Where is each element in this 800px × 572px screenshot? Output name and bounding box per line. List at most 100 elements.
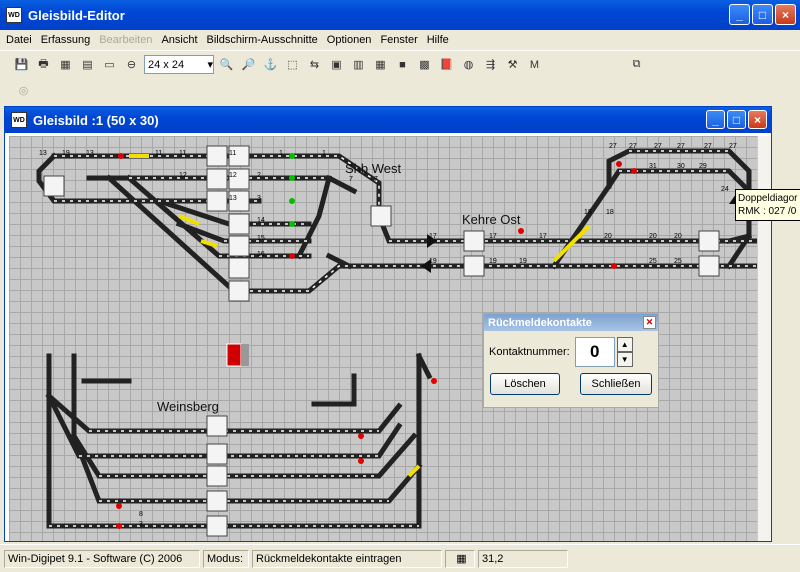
svg-text:24: 24 xyxy=(721,186,729,193)
window-tile-icon[interactable]: ⧉ xyxy=(627,55,646,74)
signal-green xyxy=(289,221,295,227)
loco-tile xyxy=(228,280,250,302)
loco-tile xyxy=(206,190,228,212)
maximize-button[interactable]: □ xyxy=(752,4,773,25)
svg-text:25: 25 xyxy=(649,258,657,265)
grey-marker xyxy=(241,344,249,366)
menu-datei[interactable]: Datei xyxy=(6,34,32,46)
dialog-titlebar: Rückmeldekontakte ✕ xyxy=(484,314,658,331)
track-upper-9 xyxy=(295,174,333,260)
menu-bildschirm-ausschnitte[interactable]: Bildschirm-Ausschnitte xyxy=(207,34,318,46)
arrows-icon[interactable]: ⇆ xyxy=(305,55,324,74)
book-icon[interactable]: 📕 xyxy=(437,55,456,74)
svg-text:27: 27 xyxy=(654,143,662,150)
tooltip-line-2: RMK : 027 /0 xyxy=(738,206,797,217)
svg-text:20: 20 xyxy=(674,233,682,240)
signal-red xyxy=(358,433,364,439)
zoom-out-icon[interactable]: 🔎 xyxy=(239,55,258,74)
svg-text:30: 30 xyxy=(677,163,685,170)
select-area-icon[interactable]: ⬚ xyxy=(283,55,302,74)
table-icon[interactable]: ▩ xyxy=(415,55,434,74)
track-lower-7 xyxy=(311,373,357,407)
svg-text:18: 18 xyxy=(584,209,592,216)
signal-red xyxy=(116,503,122,509)
menu-erfassung[interactable]: Erfassung xyxy=(41,34,91,46)
layout-window-title: Gleisbild :1 (50 x 30) xyxy=(33,112,159,128)
svg-text:19: 19 xyxy=(429,258,437,265)
menu-ansicht[interactable]: Ansicht xyxy=(161,34,197,46)
m-button[interactable]: M xyxy=(525,55,544,74)
loco-tool-icon[interactable]: ▦ xyxy=(56,55,75,74)
zoom-in-icon[interactable]: 🔍 xyxy=(217,55,236,74)
tools-icon[interactable]: ⚒ xyxy=(503,55,522,74)
status-mode-label: Modus: xyxy=(203,549,249,568)
tile-tool-icon[interactable]: ▤ xyxy=(78,55,97,74)
svg-text:31: 31 xyxy=(649,163,657,170)
menu-bearbeiten: Bearbeiten xyxy=(99,34,153,46)
app-titlebar: WD Gleisbild-Editor _ □ × xyxy=(0,0,800,30)
main-toolbar: 💾 🖶 ▦ ▤ ▭ ⊖ 24 x 24 ▾ 🔍 🔎 ⚓ ⬚ ⇆ ▣ ▥ ▦ ■ ▩… xyxy=(0,50,800,78)
app-title: Gleisbild-Editor xyxy=(28,7,125,23)
child-close-button[interactable]: × xyxy=(748,110,767,129)
contact-number-field[interactable]: 0 xyxy=(574,337,615,367)
loco-tile xyxy=(43,175,65,197)
zoom-value: 24 x 24 xyxy=(148,58,185,71)
layout-window-titlebar: WD Gleisbild :1 (50 x 30) _ □ × xyxy=(5,107,771,133)
svg-text:11: 11 xyxy=(179,150,186,157)
magnet-icon[interactable]: ⚓ xyxy=(261,55,280,74)
track-tool-icon[interactable]: ▭ xyxy=(100,55,119,74)
loco-tile xyxy=(206,443,228,465)
svg-text:19: 19 xyxy=(519,258,527,265)
menu-optionen[interactable]: Optionen xyxy=(327,34,372,46)
svg-text:27: 27 xyxy=(704,143,712,150)
save-icon[interactable]: 💾 xyxy=(12,55,31,74)
child-maximize-button[interactable]: □ xyxy=(727,110,746,129)
svg-text:13: 13 xyxy=(39,150,47,157)
grid-icon[interactable]: ▦ xyxy=(371,55,390,74)
monitor-icon[interactable]: ▣ xyxy=(327,55,346,74)
close-dialog-button[interactable]: Schließen xyxy=(580,373,652,395)
status-product: Win-Digipet 9.1 - Software (C) 2006 xyxy=(4,549,200,568)
menu-fenster[interactable]: Fenster xyxy=(380,34,417,46)
loco-tile xyxy=(698,255,720,277)
red-marker xyxy=(226,343,242,367)
delete-button[interactable]: Löschen xyxy=(490,373,560,395)
loco-tile xyxy=(370,205,392,227)
globe-icon[interactable]: ◍ xyxy=(459,55,478,74)
svg-text:7: 7 xyxy=(374,176,378,183)
contact-number-stepper[interactable]: ▲ ▼ xyxy=(616,337,633,367)
loco-tile xyxy=(206,415,228,437)
svg-text:27: 27 xyxy=(729,143,737,150)
signal-red xyxy=(611,263,617,269)
loco-tile xyxy=(206,145,228,167)
loco-tile xyxy=(228,257,250,279)
loco-tile xyxy=(206,465,228,487)
child-minimize-button[interactable]: _ xyxy=(706,110,725,129)
svg-text:18: 18 xyxy=(606,209,614,216)
svg-text:20: 20 xyxy=(604,233,612,240)
signal-red xyxy=(118,153,124,159)
signal-red xyxy=(116,523,122,529)
svg-text:14: 14 xyxy=(257,217,265,224)
signal-tool-icon[interactable]: ⇶ xyxy=(481,55,500,74)
dialog-close-icon[interactable]: ✕ xyxy=(643,316,656,329)
block-icon[interactable]: ■ xyxy=(393,55,412,74)
spin-up-icon[interactable]: ▲ xyxy=(616,337,633,352)
label-weinsberg: Weinsberg xyxy=(157,399,219,414)
svg-text:13: 13 xyxy=(86,150,94,157)
svg-text:1: 1 xyxy=(322,150,326,157)
minimize-button[interactable]: _ xyxy=(729,4,750,25)
rmk-icon[interactable]: ▥ xyxy=(349,55,368,74)
print-icon[interactable]: 🖶 xyxy=(34,55,53,74)
menu-hilfe[interactable]: Hilfe xyxy=(427,34,449,46)
svg-text:3: 3 xyxy=(257,195,261,202)
close-button[interactable]: × xyxy=(775,4,796,25)
svg-text:25: 25 xyxy=(674,258,682,265)
status-mode-value: Rückmeldekontakte eintragen xyxy=(252,549,442,568)
no-entry-icon[interactable]: ⊖ xyxy=(122,55,141,74)
child-app-icon: WD xyxy=(11,112,27,128)
loco-tile xyxy=(463,255,485,277)
status-grid-icon: ▦ xyxy=(445,549,475,568)
zoom-select[interactable]: 24 x 24 ▾ xyxy=(144,55,214,74)
spin-down-icon[interactable]: ▼ xyxy=(616,352,633,367)
